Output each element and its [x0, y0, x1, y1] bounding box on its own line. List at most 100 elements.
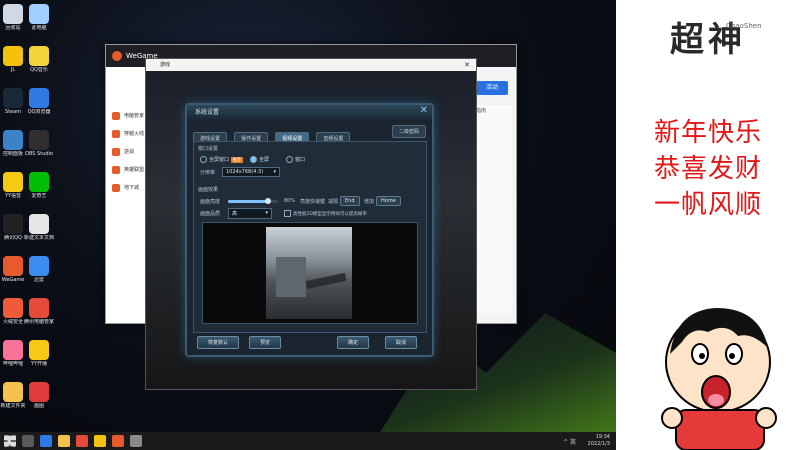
paint-icon [29, 382, 49, 402]
desktop-shortcut-label: 此电脑 [31, 25, 47, 31]
channel-logo: 超神 ChaoShen [626, 6, 790, 66]
activity-button[interactable]: 活动 [476, 81, 508, 95]
windows-start-icon[interactable] [4, 435, 16, 447]
wegame-sidebar: 电脑管家 穿越火线 逆战 英雄联盟 地下城 [106, 67, 149, 323]
cancel-button[interactable]: 取消 [385, 336, 418, 349]
increase-key-button[interactable]: Home [376, 196, 401, 206]
chevron-down-icon: ▾ [273, 169, 276, 175]
wegame-sidebar-item[interactable]: 地下城 [106, 179, 148, 197]
preview-button[interactable]: 预览 [249, 336, 282, 349]
desktop-shortcut-label: 画图 [33, 403, 44, 409]
game-titlebar[interactable]: 游戏 ✕ [146, 59, 476, 71]
desktop-shortcut[interactable]: QQ浏览器 [14, 88, 64, 115]
fullscreen-window-radio[interactable]: 全屏窗口 推荐 [200, 156, 244, 163]
app-icon[interactable] [94, 435, 106, 447]
game-icon [112, 148, 120, 156]
brightness-knob[interactable] [265, 198, 271, 204]
game-title: 游戏 [160, 62, 171, 68]
qqmusic-icon [29, 46, 49, 66]
brightness-label: 画面亮度 [200, 199, 221, 205]
radio-icon [286, 156, 293, 163]
brightness-hotkey-label: 亮度快速键 [300, 199, 326, 205]
desktop-shortcut[interactable]: YY开播 [14, 340, 64, 367]
quality-label: 画面品质 [200, 211, 221, 217]
desktop-shortcut[interactable]: 爱奇艺 [14, 172, 64, 199]
chevron-down-icon: ▾ [265, 210, 268, 216]
greeting-line: 新年快乐 [653, 118, 762, 148]
desktop-shortcut[interactable]: 新建文本文档 [14, 214, 64, 241]
promo-banner: 超神 ChaoShen 新年快乐 恭喜发财 一帆风顺 [616, 0, 800, 450]
logo-subtitle: ChaoShen [726, 22, 762, 30]
close-icon[interactable]: ✕ [420, 105, 428, 117]
clock-date: 2022/1/3 [587, 441, 610, 447]
brightness-value: 80% [284, 198, 296, 204]
increase-label: 增加 [364, 199, 375, 205]
system-tray[interactable]: ^ 英 [563, 437, 576, 446]
desktop-shortcut[interactable]: OBS Studio [14, 130, 64, 157]
desktop-shortcut[interactable]: 此电脑 [14, 4, 64, 31]
greeting-line: 恭喜发财 [653, 154, 762, 184]
settings-dialog: 系统设置 ✕ 游戏设置 操作设置 视频设置 音频设置 二级密码 窗口设置 全屏窗… [185, 103, 434, 357]
settings-tabs: 游戏设置 操作设置 视频设置 音频设置 [193, 125, 352, 145]
qqbrowser-icon [29, 88, 49, 108]
obs-icon [29, 130, 49, 150]
folder-icon[interactable] [58, 435, 70, 447]
clock-time: 19:34 [595, 434, 610, 440]
wegame-sidebar-item[interactable]: 英雄联盟 [106, 161, 148, 179]
desktop-shortcut-label: 腾讯电脑管家 [23, 319, 54, 325]
desktop: 回收站 此电脑 JL QQ音乐 Steam QQ浏览器 控制面板 OBS Studio YY语音… [0, 0, 616, 432]
brightness-slider[interactable] [228, 198, 278, 204]
video-settings-panel: 窗口设置 全屏窗口 推荐 全屏 窗口 分辨率 1024x768(4:3) ▾ 画面效… [193, 141, 427, 333]
game-icon [112, 166, 120, 174]
recommend-badge: 推荐 [231, 157, 244, 163]
close-icon[interactable]: ✕ [464, 59, 470, 71]
desktop-shortcut-label: 新建文本文档 [23, 235, 54, 241]
pcmgr-icon [29, 298, 49, 318]
wegame-logo-icon [112, 51, 122, 61]
preview-image [266, 227, 352, 319]
wegame-icon[interactable] [112, 435, 124, 447]
game-icon [112, 112, 120, 120]
radio-icon [200, 156, 207, 163]
desktop-shortcut[interactable]: QQ音乐 [14, 46, 64, 73]
greeting-line: 一帆风顺 [653, 190, 762, 220]
resolution-select[interactable]: 1024x768(4:3) ▾ [222, 167, 280, 177]
app-icon[interactable] [130, 435, 142, 447]
wegame-sidebar-item[interactable]: 电脑管家 [106, 107, 148, 125]
ok-button[interactable]: 确定 [337, 336, 370, 349]
wegame-sidebar-item[interactable]: 穿越火线 [106, 125, 148, 143]
quality-select[interactable]: 高 ▾ [228, 208, 272, 219]
search-icon[interactable] [22, 435, 34, 447]
settings-title: 系统设置 [195, 109, 220, 116]
iqiyi-icon [29, 172, 49, 192]
brightness-fill [228, 200, 268, 203]
picture-section-title: 画面效果 [198, 187, 219, 193]
effects-checkbox[interactable]: 高性能2D模型显示特效可以提高帧率 [284, 210, 367, 217]
desktop-shortcut-label: 爱奇艺 [31, 193, 47, 199]
cartoon-boy-illustration [661, 308, 777, 450]
radio-icon [250, 156, 257, 163]
window-radio[interactable]: 窗口 [286, 156, 305, 163]
desktop-shortcut-label: QQ音乐 [30, 67, 48, 73]
game-icon [112, 184, 120, 192]
fullscreen-radio[interactable]: 全屏 [250, 156, 269, 163]
desktop-shortcut[interactable]: 画图 [14, 382, 64, 409]
browser-icon[interactable] [40, 435, 52, 447]
thunder-icon [29, 256, 49, 276]
wegame-sidebar-item[interactable]: 逆战 [106, 143, 148, 161]
resolution-label: 分辨率 [200, 170, 216, 176]
taskbar-clock[interactable]: 19:34 2022/1/3 [588, 434, 610, 448]
computer-icon [29, 4, 49, 24]
text-file-icon [29, 214, 49, 234]
app-icon[interactable] [76, 435, 88, 447]
desktop-shortcut[interactable]: 迅雷 [14, 256, 64, 283]
decrease-key-button[interactable]: End [340, 196, 360, 206]
game-icon [112, 130, 120, 138]
checkbox-icon [284, 210, 291, 217]
settings-titlebar[interactable]: 系统设置 ✕ [187, 105, 432, 119]
desktop-shortcut-label: 迅雷 [33, 277, 44, 283]
desktop-shortcut[interactable]: 腾讯电脑管家 [14, 298, 64, 325]
restore-default-button[interactable]: 恢复默认 [197, 336, 240, 349]
secondary-password-button[interactable]: 二级密码 [391, 125, 426, 138]
desktop-shortcut-label: YY开播 [30, 361, 48, 367]
